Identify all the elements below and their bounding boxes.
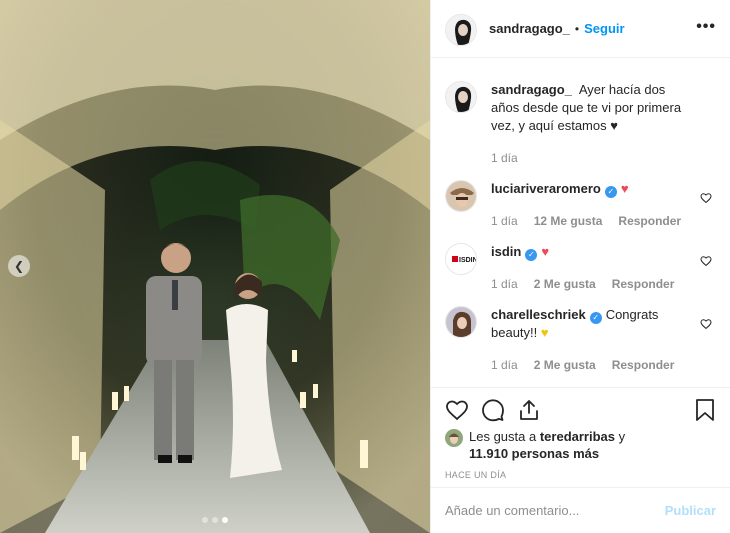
- likes-username[interactable]: teredarribas: [540, 429, 615, 444]
- avatar[interactable]: [445, 180, 477, 212]
- header-username[interactable]: sandragago_: [489, 21, 570, 36]
- profile-photo-icon: [446, 82, 476, 112]
- avatar[interactable]: [445, 13, 477, 46]
- verified-badge-icon: ✓: [589, 312, 602, 324]
- comment-input[interactable]: [445, 503, 665, 518]
- carousel-dot-active: [222, 517, 228, 523]
- comments-list[interactable]: sandragago_ Ayer hacía dos años desde qu…: [431, 59, 730, 386]
- post-header: sandragago_ • Seguir •••: [431, 0, 730, 58]
- comment-time[interactable]: 1 día: [491, 356, 518, 374]
- profile-photo-icon: [446, 14, 476, 45]
- share-icon[interactable]: [517, 398, 541, 422]
- like-comment-heart-icon[interactable]: [700, 192, 712, 204]
- action-icons-row: [445, 398, 716, 422]
- comment-item: ISDIN isdin ✓ ♥ 1 día 2 Me gusta Responder: [445, 243, 716, 293]
- likes-conjunction: y: [618, 429, 626, 444]
- profile-photo-icon: [446, 307, 476, 337]
- carousel-dot: [202, 517, 208, 523]
- comment-meta: 1 día 12 Me gusta Responder: [491, 212, 692, 230]
- comment-body: charelleschriek ✓ Congrats beauty!! ♥ 1 dí…: [491, 306, 716, 374]
- bookmark-icon[interactable]: [694, 398, 716, 422]
- like-comment-heart-icon[interactable]: [700, 318, 712, 330]
- carousel-dot: [212, 517, 218, 523]
- like-comment-heart-icon[interactable]: [700, 255, 712, 267]
- caption-item: sandragago_ Ayer hacía dos años desde qu…: [445, 81, 716, 167]
- carousel-previous-button[interactable]: ❮: [8, 255, 30, 277]
- svg-text:ISDIN: ISDIN: [459, 257, 477, 264]
- avatar[interactable]: ISDIN: [445, 243, 477, 275]
- comment-likes[interactable]: 2 Me gusta: [534, 356, 596, 374]
- post-side-panel: sandragago_ • Seguir ••• sandragago_ Aye…: [430, 0, 730, 533]
- comment-meta: 1 día 2 Me gusta Responder: [491, 275, 692, 293]
- likes-count[interactable]: 11.910 personas más: [469, 446, 599, 461]
- avatar[interactable]: [445, 306, 477, 338]
- comment-username[interactable]: isdin: [491, 244, 521, 259]
- add-comment-bar: Publicar: [431, 487, 730, 533]
- caption-username[interactable]: sandragago_: [491, 82, 572, 97]
- verified-badge-icon: ✓: [604, 186, 617, 198]
- post-photo[interactable]: ❮: [0, 0, 430, 533]
- reply-button[interactable]: Responder: [612, 275, 675, 293]
- header-separator: •: [574, 21, 580, 36]
- avatar[interactable]: [445, 81, 477, 113]
- carousel-indicator: [0, 517, 430, 523]
- comment-username[interactable]: luciariveraromero: [491, 181, 601, 196]
- likes-summary: Les gusta a teredarribas y 11.910 person…: [445, 428, 716, 462]
- likes-text: Les gusta a teredarribas y 11.910 person…: [469, 428, 625, 462]
- yellow-heart-emoji: ♥: [540, 325, 549, 340]
- caption-meta: 1 día: [491, 149, 692, 167]
- reply-button[interactable]: Responder: [618, 212, 681, 230]
- comment-meta: 1 día 2 Me gusta Responder: [491, 356, 692, 374]
- more-options-icon[interactable]: •••: [696, 18, 716, 36]
- wedding-photo-image: [0, 0, 430, 533]
- post-timestamp[interactable]: HACE UN DÍA: [445, 470, 716, 480]
- avatar[interactable]: [445, 429, 463, 447]
- comment-likes[interactable]: 2 Me gusta: [534, 275, 596, 293]
- follow-button[interactable]: Seguir: [584, 21, 624, 36]
- comment-likes[interactable]: 12 Me gusta: [534, 212, 603, 230]
- profile-photo-icon: [446, 181, 476, 211]
- comment-item: luciariveraromero ✓ ♥ 1 día 12 Me gusta Re…: [445, 180, 716, 230]
- red-heart-emoji: ♥: [620, 181, 629, 196]
- comment-body: isdin ✓ ♥ 1 día 2 Me gusta Responder: [491, 243, 716, 293]
- verified-badge-icon: ✓: [525, 249, 538, 261]
- comment-username[interactable]: charelleschriek: [491, 307, 586, 322]
- like-heart-icon[interactable]: [445, 398, 469, 422]
- comment-body: luciariveraromero ✓ ♥ 1 día 12 Me gusta Re…: [491, 180, 716, 230]
- profile-photo-icon: [445, 429, 463, 447]
- comment-item: charelleschriek ✓ Congrats beauty!! ♥ 1 dí…: [445, 306, 716, 374]
- chevron-left-icon: ❮: [13, 259, 25, 273]
- comment-time[interactable]: 1 día: [491, 275, 518, 293]
- comment-bubble-icon[interactable]: [481, 398, 505, 422]
- caption-time[interactable]: 1 día: [491, 149, 518, 167]
- comment-time[interactable]: 1 día: [491, 212, 518, 230]
- isdin-logo-icon: ISDIN: [446, 244, 477, 274]
- red-heart-emoji: ♥: [541, 244, 550, 259]
- reply-button[interactable]: Responder: [612, 356, 675, 374]
- likes-prefix: Les gusta a: [469, 429, 537, 444]
- post-actions: Les gusta a teredarribas y 11.910 person…: [431, 387, 730, 487]
- caption-body: sandragago_ Ayer hacía dos años desde qu…: [491, 81, 716, 167]
- publish-button[interactable]: Publicar: [665, 503, 716, 518]
